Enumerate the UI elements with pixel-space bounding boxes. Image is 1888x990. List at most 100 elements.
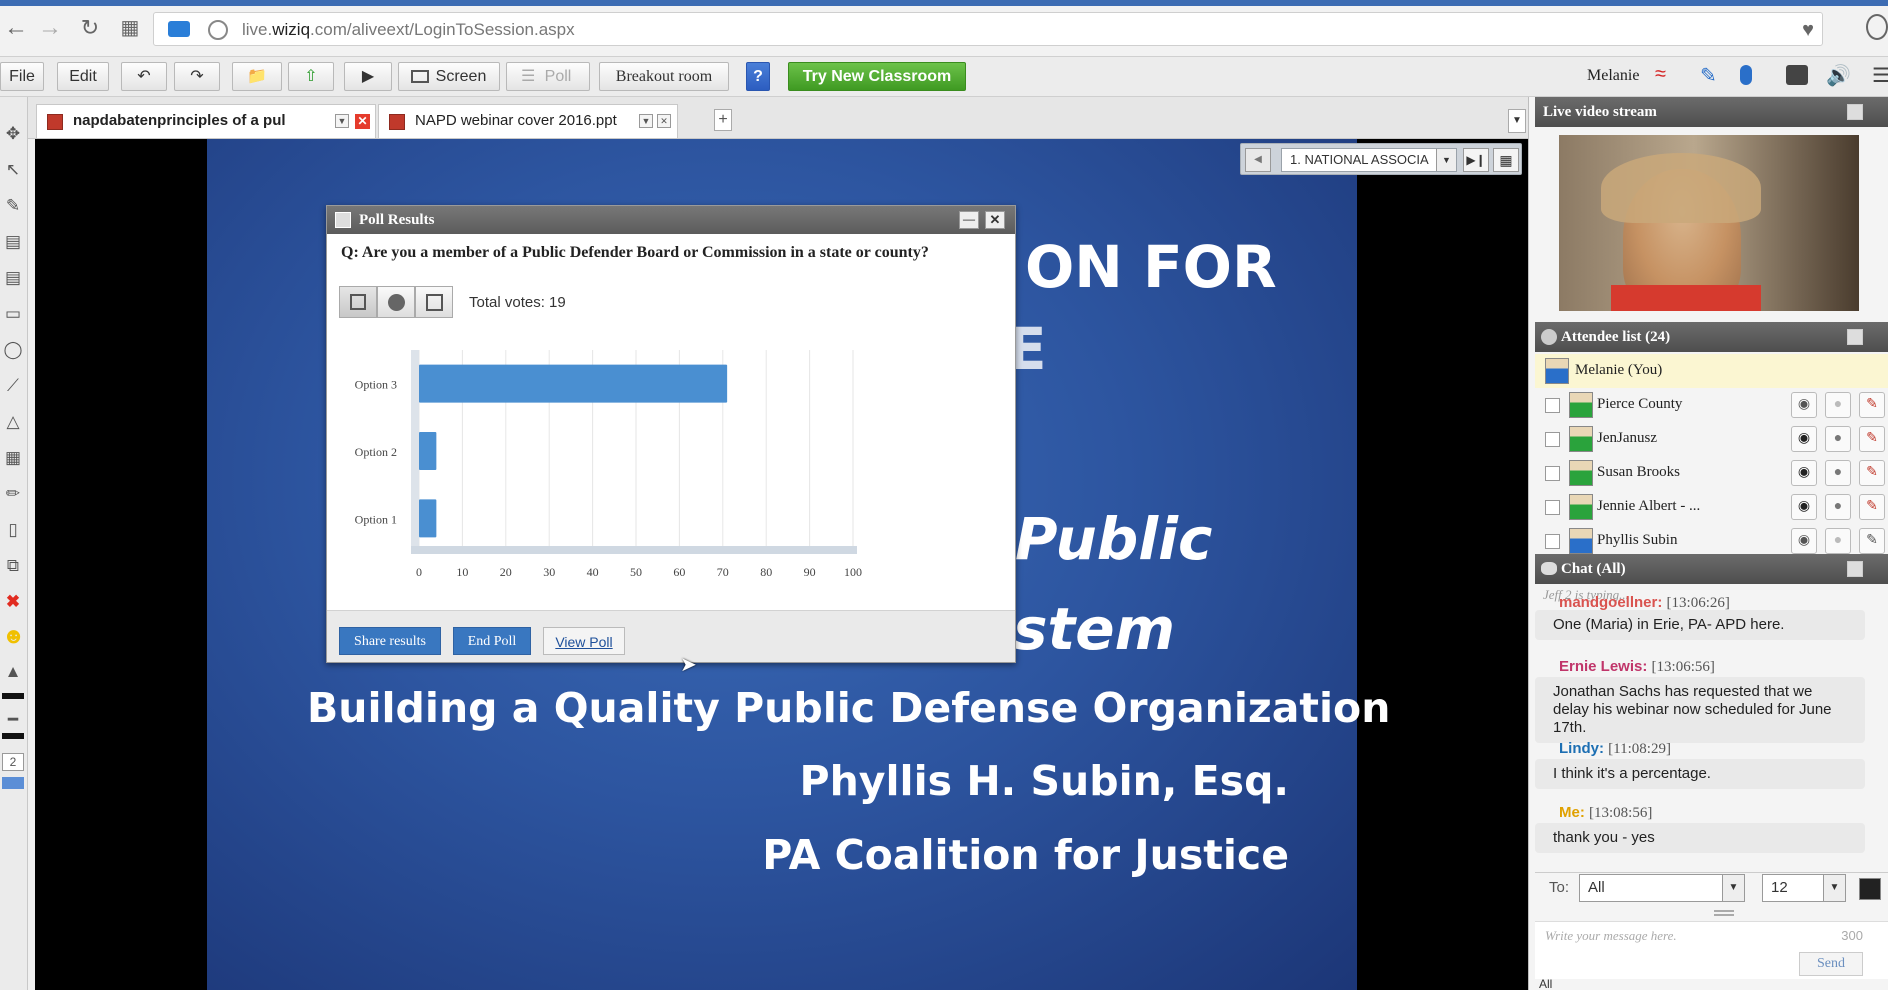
send-button[interactable]: Send xyxy=(1799,952,1863,976)
attendee-row[interactable]: Pierce County ◉ ● ✎ xyxy=(1535,388,1888,422)
prev-slide-icon[interactable]: ◀ xyxy=(1245,148,1271,172)
poll-button[interactable]: ☰ Poll xyxy=(506,62,590,91)
attendee-checkbox[interactable] xyxy=(1545,500,1560,515)
layers-tool-icon[interactable]: ⧉ xyxy=(2,555,24,577)
profile-icon[interactable] xyxy=(1866,14,1888,40)
back-icon[interactable]: ← xyxy=(2,14,30,42)
pen-permission-icon[interactable]: ✎ xyxy=(1859,392,1885,418)
pen-permission-icon[interactable]: ✎ xyxy=(1859,494,1885,520)
reload-icon[interactable]: ↻ xyxy=(76,14,104,42)
attendee-row-self[interactable]: Melanie (You) xyxy=(1535,354,1888,388)
tab-close-icon[interactable]: ✕ xyxy=(657,114,671,128)
pie-view-button[interactable] xyxy=(377,286,415,318)
minimize-icon[interactable] xyxy=(1847,329,1863,345)
share-results-button[interactable]: Share results xyxy=(339,627,441,655)
line-tool-icon[interactable]: ⟋ xyxy=(2,375,24,397)
attendee-checkbox[interactable] xyxy=(1545,398,1560,413)
table-view-button[interactable] xyxy=(415,286,453,318)
attendee-row[interactable]: Phyllis Subin ◉ ● ✎ xyxy=(1535,524,1888,558)
site-info-icon[interactable] xyxy=(208,20,228,40)
text-color-swatch[interactable] xyxy=(1859,878,1881,900)
triangle-tool-icon[interactable]: △ xyxy=(2,411,24,433)
heart-icon[interactable]: ♥ xyxy=(1802,19,1814,42)
screen-share-button[interactable]: Screen xyxy=(398,62,500,91)
poll-title-bar[interactable]: Poll Results — ✕ xyxy=(327,206,1015,234)
text-tool-icon[interactable]: ▤ xyxy=(2,231,24,253)
textbox-tool-icon[interactable]: ▤ xyxy=(2,267,24,289)
color-swatch[interactable] xyxy=(2,693,24,699)
eraser-tool-icon[interactable]: ▯ xyxy=(2,519,24,541)
menu-icon[interactable]: ☰ xyxy=(1872,63,1888,88)
open-folder-icon[interactable]: 📁 xyxy=(232,62,282,91)
attendee-row[interactable]: Susan Brooks ◉ ● ✎ xyxy=(1535,456,1888,490)
try-new-classroom-button[interactable]: Try New Classroom xyxy=(788,62,966,91)
page-number[interactable]: 2 xyxy=(2,753,24,771)
edit-menu[interactable]: Edit xyxy=(57,62,109,91)
emoji-tool-icon[interactable]: ☻ xyxy=(2,625,25,647)
address-bar[interactable]: live.wiziq.com/aliveext/LoginToSession.a… xyxy=(153,12,1823,46)
attendee-row[interactable]: JenJanusz ◉ ● ✎ xyxy=(1535,422,1888,456)
attendee-checkbox[interactable] xyxy=(1545,534,1560,549)
tab-dropdown-icon[interactable]: ▼ xyxy=(335,114,349,128)
file-menu[interactable]: File xyxy=(0,62,44,91)
camera-permission-icon[interactable]: ◉ xyxy=(1791,494,1817,520)
pen-permission-icon[interactable]: ✎ xyxy=(1859,528,1885,554)
font-size-select[interactable]: 12 ▼ xyxy=(1762,874,1846,902)
tab-document-2[interactable]: NAPD webinar cover 2016.ppt ▼ ✕ xyxy=(378,104,678,138)
attendee-checkbox[interactable] xyxy=(1545,432,1560,447)
camera-permission-icon[interactable]: ◉ xyxy=(1791,460,1817,486)
tabs-dropdown-icon[interactable]: ▼ xyxy=(1508,109,1526,133)
upload-icon[interactable]: ⇧ xyxy=(288,62,334,91)
clear-tool-icon[interactable]: ✖ xyxy=(2,591,24,613)
fill-tool-icon[interactable]: ▲ xyxy=(2,661,24,683)
pencil-tool-icon[interactable]: ✎ xyxy=(2,195,24,217)
bottom-recipient-select[interactable]: All xyxy=(1539,977,1669,990)
mic-permission-icon[interactable]: ● xyxy=(1825,426,1851,452)
slide-select[interactable]: 1. NATIONAL ASSOCIA ▼ xyxy=(1281,148,1457,172)
microphone-icon[interactable] xyxy=(1740,65,1752,85)
message-input[interactable]: Write your message here. 300 Send xyxy=(1535,921,1888,979)
mic-permission-icon[interactable]: ● xyxy=(1825,392,1851,418)
bar-view-button[interactable] xyxy=(339,286,377,318)
camera-icon[interactable] xyxy=(168,21,190,37)
undo-icon[interactable]: ↶ xyxy=(121,62,167,91)
add-tab-icon[interactable]: + xyxy=(714,109,732,131)
recipient-select[interactable]: All ▼ xyxy=(1579,874,1745,902)
tab-document-1[interactable]: napdabatenprinciples of a pul ▼ ✕ xyxy=(36,104,376,138)
stroke-tool-icon[interactable]: ━ xyxy=(2,709,24,731)
attendee-row[interactable]: Jennie Albert - ... ◉ ● ✎ xyxy=(1535,490,1888,524)
circle-tool-icon[interactable]: ◯ xyxy=(2,339,24,361)
minimize-icon[interactable] xyxy=(1847,104,1863,120)
forward-icon[interactable]: → xyxy=(36,14,64,42)
help-button[interactable]: ? xyxy=(746,62,770,91)
tab-dropdown-icon[interactable]: ▼ xyxy=(639,114,653,128)
attendee-checkbox[interactable] xyxy=(1545,466,1560,481)
breakout-room-button[interactable]: Breakout room xyxy=(599,62,729,91)
rectangle-tool-icon[interactable]: ▭ xyxy=(2,303,24,325)
select-tool-icon[interactable]: ↖ xyxy=(2,159,24,181)
mic-permission-icon[interactable]: ● xyxy=(1825,494,1851,520)
page-slider[interactable] xyxy=(2,777,24,789)
camera-toggle-icon[interactable] xyxy=(1786,65,1808,85)
url-text[interactable]: live.wiziq.com/aliveext/LoginToSession.a… xyxy=(242,20,575,40)
end-poll-button[interactable]: End Poll xyxy=(453,627,531,655)
resize-handle-icon[interactable] xyxy=(1714,910,1734,916)
camera-permission-icon[interactable]: ◉ xyxy=(1791,528,1817,554)
next-slide-icon[interactable]: ▶❙ xyxy=(1463,148,1489,172)
thumbnails-grid-icon[interactable]: ▦ xyxy=(1493,148,1519,172)
media-icon[interactable]: ▶ xyxy=(344,62,392,91)
stroke-swatch[interactable] xyxy=(2,733,24,739)
close-icon[interactable]: ✕ xyxy=(985,211,1005,229)
mic-permission-icon[interactable]: ● xyxy=(1825,460,1851,486)
mic-permission-icon[interactable]: ● xyxy=(1825,528,1851,554)
move-tool-icon[interactable]: ✥ xyxy=(2,123,24,145)
camera-permission-icon[interactable]: ◉ xyxy=(1791,392,1817,418)
tab-close-icon[interactable]: ✕ xyxy=(355,114,370,129)
pen-icon[interactable]: ✎ xyxy=(1700,63,1717,88)
minimize-icon[interactable]: — xyxy=(959,211,979,229)
apps-grid-icon[interactable]: ▦ xyxy=(116,14,144,42)
pen-permission-icon[interactable]: ✎ xyxy=(1859,460,1885,486)
view-poll-button[interactable]: View Poll xyxy=(543,627,625,655)
camera-permission-icon[interactable]: ◉ xyxy=(1791,426,1817,452)
table-tool-icon[interactable]: ▦ xyxy=(2,447,24,469)
